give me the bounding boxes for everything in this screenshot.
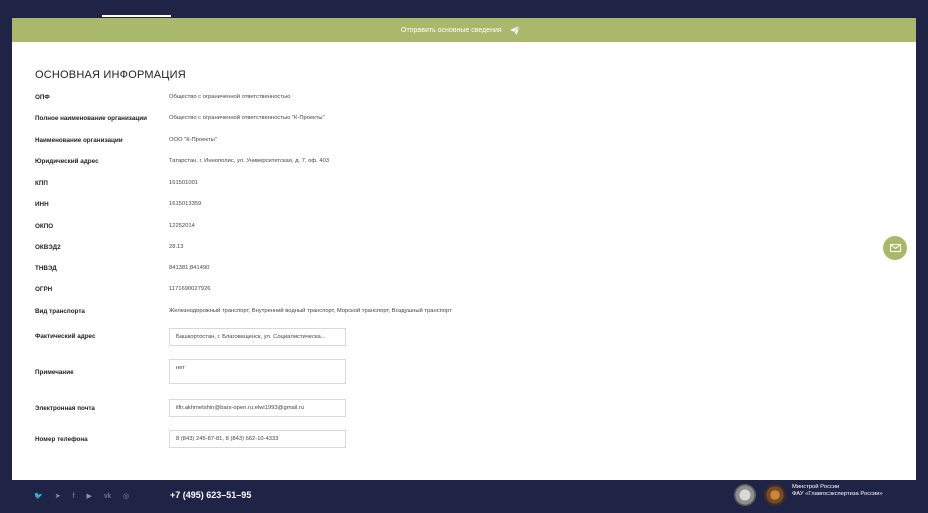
field-label: Фактический адрес — [35, 333, 96, 340]
row-label: Наименование организации — [35, 137, 123, 144]
phone-field[interactable]: 8 (843) 245-87-81, 8 (843) 662-10-4333 — [169, 430, 346, 448]
row-label: ТНВЭД — [35, 265, 57, 272]
row-label: ИНН — [35, 201, 49, 208]
row-value: Татарстан, г. Иннополис, ул. Университет… — [169, 158, 330, 164]
vk-icon[interactable]: vk — [104, 493, 111, 500]
send-button-label: Отправить основные сведения — [401, 26, 502, 34]
footer: 🐦 ➤ f ▶ vk ◎ +7 (495) 623–51–95 Минстрой… — [0, 480, 928, 513]
row-value: Железнодорожный транспорт, Внутренний во… — [169, 308, 452, 314]
chat-button[interactable] — [883, 236, 907, 260]
note-field[interactable]: нет — [169, 359, 346, 384]
row-label: Юридический адрес — [35, 158, 99, 165]
field-label: Номер телефона — [35, 436, 88, 443]
agency-emblem-icon — [764, 484, 786, 506]
active-tab-indicator — [102, 15, 171, 17]
ministry-line-2: ФАУ «Главгосэкспертиза России» — [792, 491, 883, 497]
send-basic-info-button[interactable]: Отправить основные сведения — [401, 18, 519, 42]
row-label: КПП — [35, 180, 48, 187]
field-label: Примечание — [35, 369, 74, 376]
main-content: Отправить основные сведения ОСНОВНАЯ ИНФ… — [12, 18, 916, 480]
social-links: 🐦 ➤ f ▶ vk ◎ — [34, 493, 129, 500]
footer-phone[interactable]: +7 (495) 623–51–95 — [170, 490, 251, 500]
row-label: ОПФ — [35, 94, 50, 101]
twitter-icon[interactable]: 🐦 — [34, 493, 43, 500]
ministry-caption: Минстрой России ФАУ «Главгосэкспертиза Р… — [792, 484, 883, 498]
paper-plane-icon — [509, 25, 519, 35]
envelope-icon — [889, 244, 901, 252]
telegram-icon[interactable]: ➤ — [55, 493, 61, 500]
youtube-icon[interactable]: ▶ — [87, 493, 92, 500]
actual-address-field[interactable]: Башкортостан, г. Благовещенск, ул. Социа… — [169, 328, 346, 346]
row-label: ОКВЭД2 — [35, 244, 61, 251]
email-field[interactable]: ilfir.akhmetshin@bars-open.ru;elwi1993@g… — [169, 399, 346, 417]
row-value: Общество с ограниченной ответственностью — [169, 94, 291, 100]
row-value: Общество с ограниченной ответственностью… — [169, 115, 325, 121]
row-value: 1615013359 — [169, 201, 202, 207]
row-label: ОГРН — [35, 286, 53, 293]
row-value: 12252014 — [169, 223, 195, 229]
row-value: 28.13 — [169, 244, 184, 250]
row-value: ООО "К-Проекты" — [169, 137, 217, 143]
section-title: ОСНОВНАЯ ИНФОРМАЦИЯ — [35, 69, 186, 81]
facebook-icon[interactable]: f — [73, 493, 75, 500]
ministry-line-1: Минстрой России — [792, 484, 840, 490]
instagram-icon[interactable]: ◎ — [123, 493, 129, 500]
field-label: Электронная почта — [35, 405, 95, 412]
row-value: 161501001 — [169, 180, 199, 186]
top-navigation-bar — [0, 0, 928, 18]
row-value: 1171690027926 — [169, 286, 211, 292]
emblems — [734, 484, 786, 506]
row-value: 841381;841490 — [169, 265, 210, 271]
row-label: ОКПО — [35, 223, 54, 230]
row-label: Вид транспорта — [35, 308, 85, 315]
row-label: Полное наименование организации — [35, 115, 147, 122]
action-bar: Отправить основные сведения — [12, 18, 916, 42]
coat-of-arms-icon — [734, 484, 756, 506]
